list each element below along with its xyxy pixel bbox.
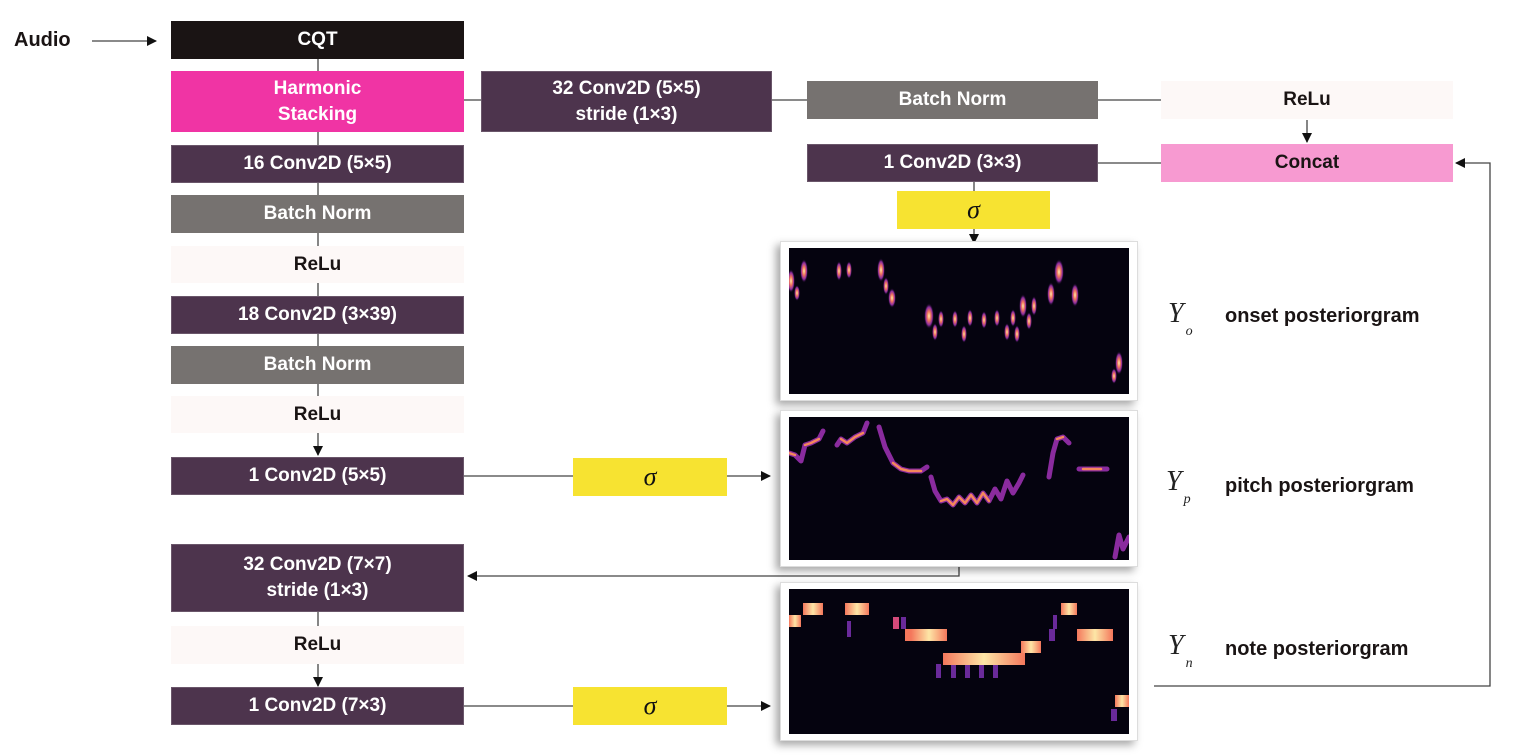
note-symbol: Yn: [1168, 630, 1193, 671]
pitch-heatmap: [789, 420, 1129, 560]
conv-1-5x5-block: 1 Conv2D (5×5): [171, 457, 464, 495]
concat-block: Concat: [1161, 144, 1453, 182]
conv-32-5x5-block: 32 Conv2D (5×5) stride (1×3): [481, 71, 772, 132]
note-label: note posteriorgram: [1225, 638, 1409, 660]
relu-2-block: ReLu: [171, 396, 464, 433]
audio-input-label: Audio: [14, 29, 71, 51]
batchnorm-2-block: Batch Norm: [171, 346, 464, 384]
batchnorm-3-block: Batch Norm: [807, 81, 1098, 119]
batchnorm-1-block: Batch Norm: [171, 195, 464, 233]
relu-3-block: ReLu: [171, 626, 464, 664]
sigmoid-note: σ: [573, 687, 727, 725]
pitch-symbol: Yp: [1166, 466, 1191, 507]
cqt-block: CQT: [171, 21, 464, 59]
note-heatmap: [789, 603, 1129, 721]
pitch-posteriorgram-image: [780, 410, 1138, 567]
onset-heatmap: [789, 258, 1123, 384]
sigmoid-pitch: σ: [573, 458, 727, 496]
note-posteriorgram-image: [780, 582, 1138, 741]
onset-symbol: Yo: [1168, 298, 1193, 339]
conv-18-block: 18 Conv2D (3×39): [171, 296, 464, 334]
pitch-label: pitch posteriorgram: [1225, 475, 1414, 497]
harmonic-stacking-block: Harmonic Stacking: [171, 71, 464, 132]
conv-16-block: 16 Conv2D (5×5): [171, 145, 464, 183]
sigmoid-onset: σ: [897, 191, 1050, 229]
relu-4-block: ReLu: [1161, 81, 1453, 119]
onset-label: onset posteriorgram: [1225, 305, 1420, 327]
conv-1-3x3-block: 1 Conv2D (3×3): [807, 144, 1098, 182]
conv-32-7x7-block: 32 Conv2D (7×7) stride (1×3): [171, 544, 464, 612]
relu-1-block: ReLu: [171, 246, 464, 283]
conv-1-7x3-block: 1 Conv2D (7×3): [171, 687, 464, 725]
onset-posteriorgram-image: [780, 241, 1138, 401]
